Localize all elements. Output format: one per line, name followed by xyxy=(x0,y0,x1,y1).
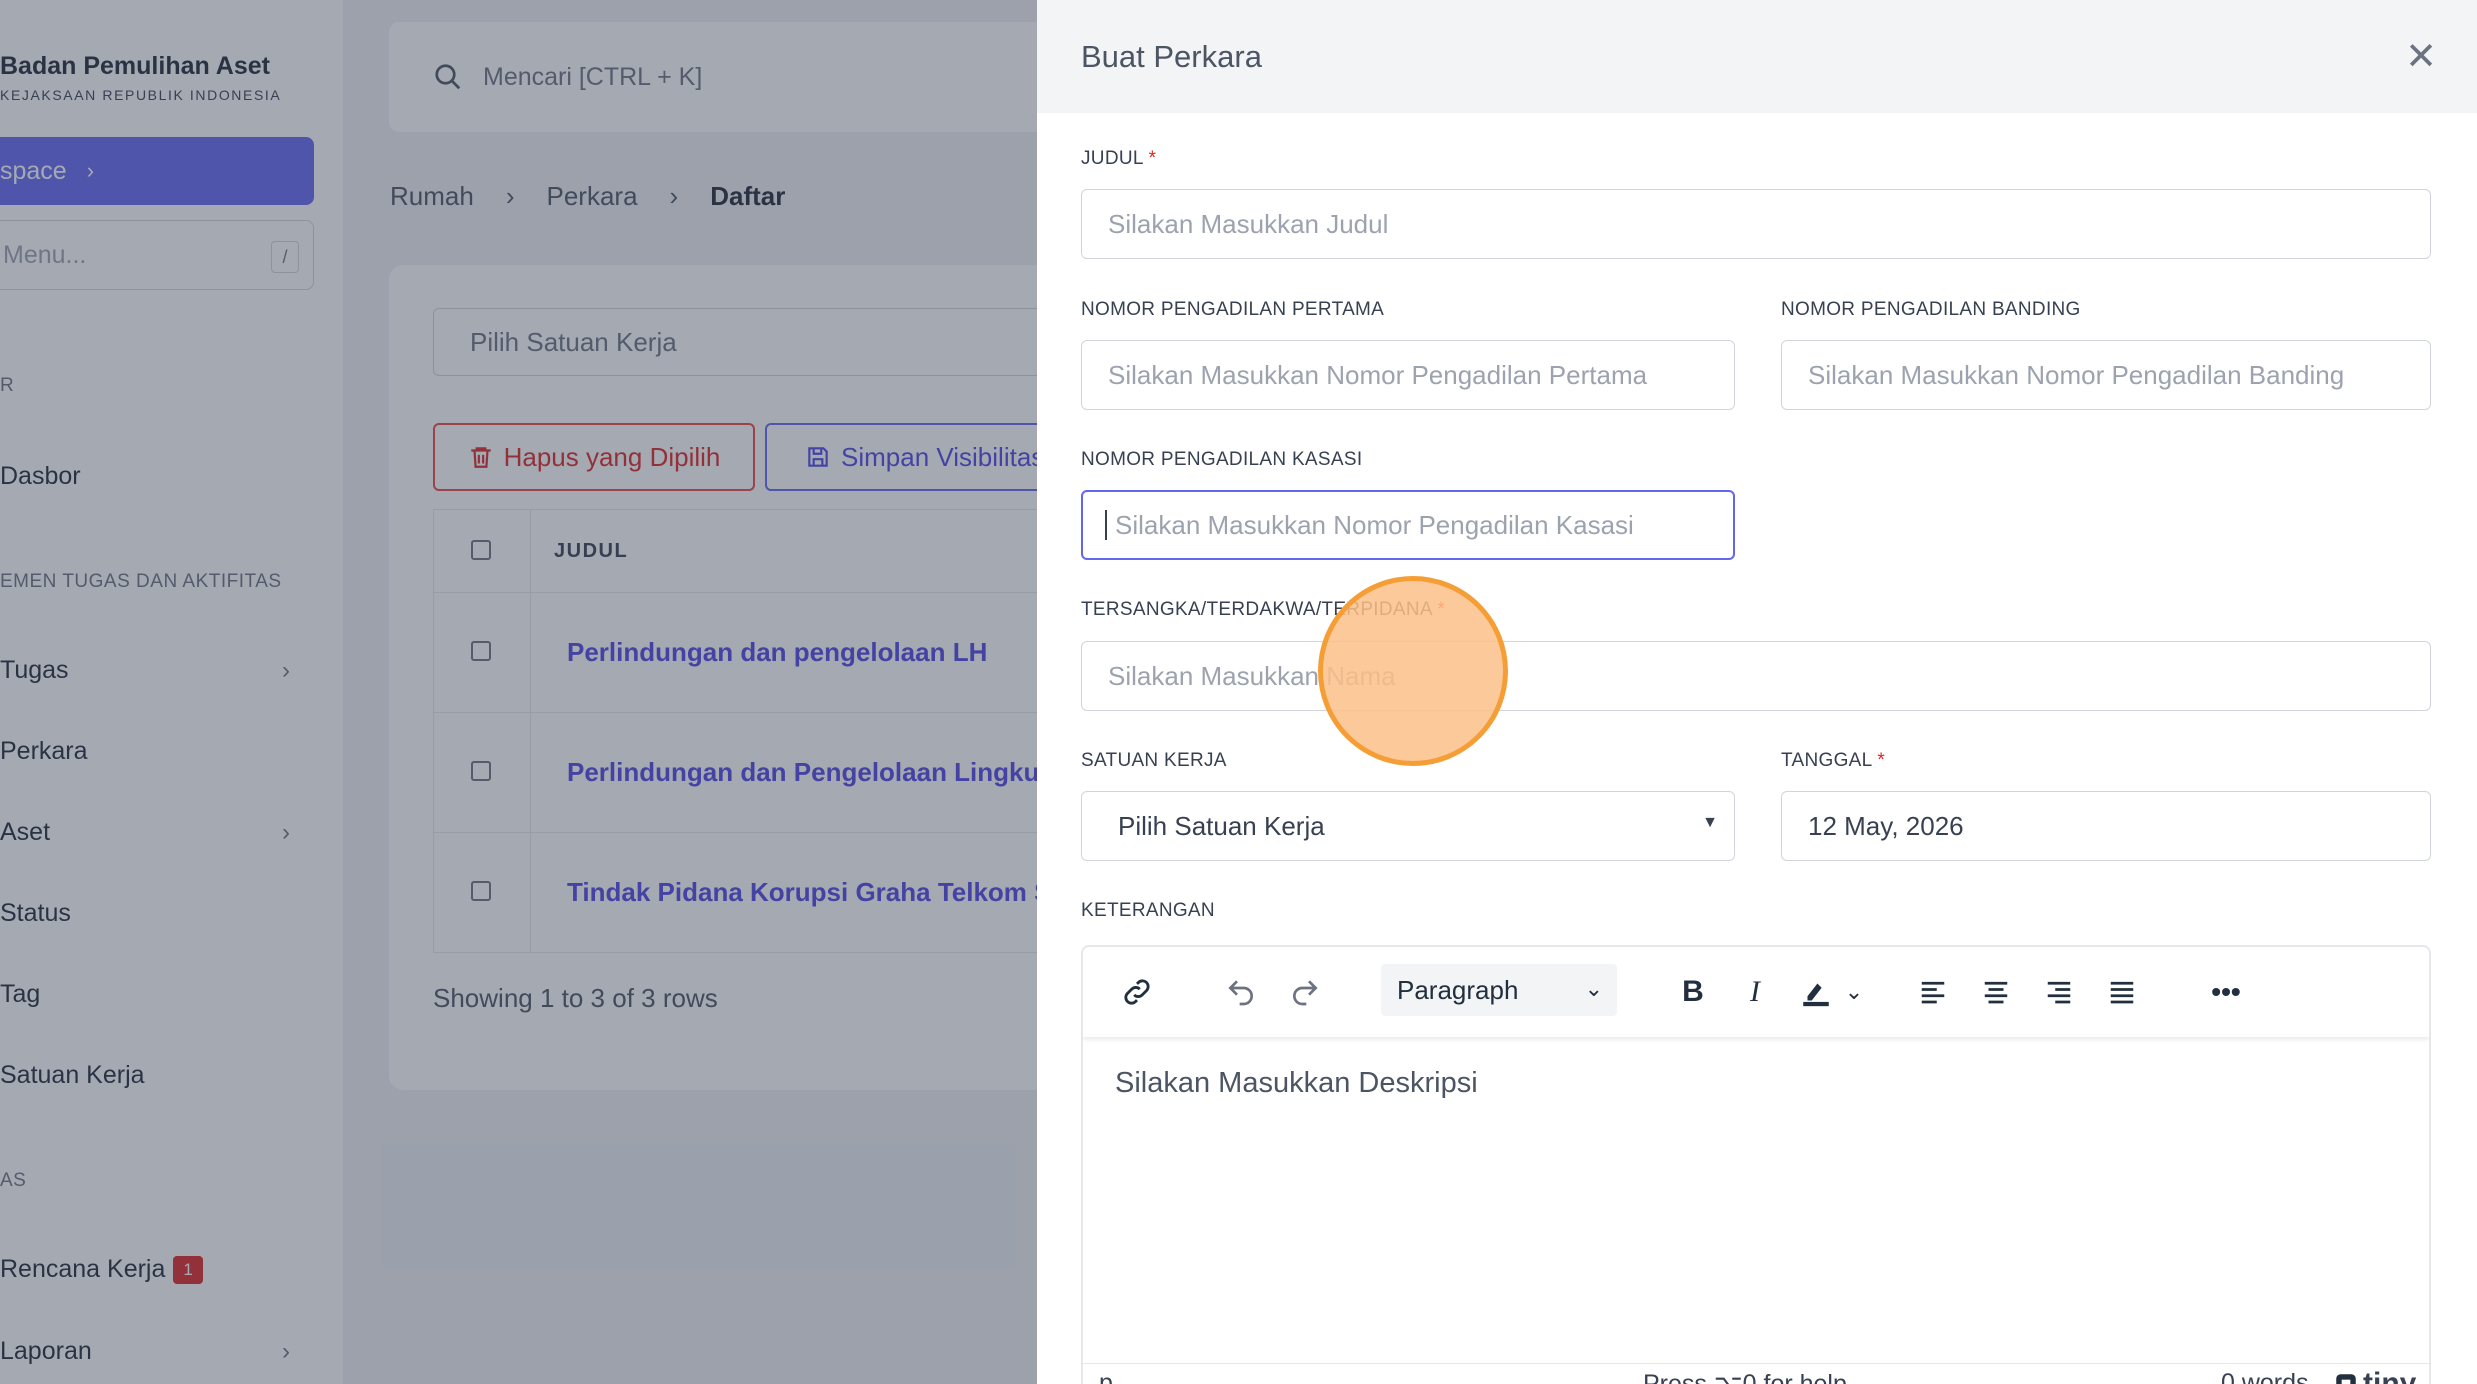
undo-icon[interactable] xyxy=(1219,969,1263,1015)
tanggal-value: 12 May, 2026 xyxy=(1808,810,1964,841)
banding-label: NOMOR PENGADILAN BANDING xyxy=(1781,299,2081,320)
block-format-select[interactable]: Paragraph ⌄ xyxy=(1381,964,1617,1016)
editor-content[interactable]: Silakan Masukkan Deskripsi xyxy=(1115,1067,1478,1100)
tiny-logo[interactable]: tiny xyxy=(2333,1367,2416,1384)
banding-placeholder: Silakan Masukkan Nomor Pengadilan Bandin… xyxy=(1808,359,2345,390)
link-icon[interactable] xyxy=(1115,969,1159,1015)
chevron-down-icon: ⌄ xyxy=(1584,976,1603,1001)
more-icon[interactable]: ••• xyxy=(2204,969,2248,1015)
pertama-placeholder: Silakan Masukkan Nomor Pengadilan Pertam… xyxy=(1108,359,1648,390)
rich-text-editor: Paragraph ⌄ B I ⌄ ••• Silakan Masukkan D… xyxy=(1081,945,2431,1384)
align-justify-icon[interactable] xyxy=(2102,969,2142,1015)
block-format-value: Paragraph xyxy=(1397,974,1519,1005)
close-icon[interactable]: ✕ xyxy=(2405,34,2437,79)
help-hint: Press ⌥0 for help xyxy=(1643,1369,1847,1384)
kasasi-label: NOMOR PENGADILAN KASASI xyxy=(1081,449,1363,470)
modal-backdrop[interactable] xyxy=(0,0,1037,1384)
pertama-label: NOMOR PENGADILAN PERTAMA xyxy=(1081,299,1385,320)
italic-icon[interactable]: I xyxy=(1735,969,1775,1015)
create-case-drawer: Buat Perkara ✕ JUDUL * Silakan Masukkan … xyxy=(1037,0,2477,1384)
tanggal-label: TANGGAL * xyxy=(1781,750,1885,772)
bold-icon[interactable]: B xyxy=(1673,969,1713,1015)
tiny-brand: tiny xyxy=(2363,1366,2417,1384)
judul-label: JUDUL * xyxy=(1081,148,1156,170)
redo-icon[interactable] xyxy=(1283,969,1327,1015)
pertama-input[interactable]: Silakan Masukkan Nomor Pengadilan Pertam… xyxy=(1081,340,1735,410)
editor-toolbar: Paragraph ⌄ B I ⌄ ••• xyxy=(1083,947,2429,1037)
tiny-logo-icon xyxy=(2336,1373,2356,1384)
word-count[interactable]: 0 words xyxy=(2221,1369,2309,1384)
highlight-icon[interactable] xyxy=(1793,969,1839,1015)
tersangka-input[interactable]: Silakan Masukkan Nama xyxy=(1081,641,2431,711)
editor-statusbar: p Press ⌥0 for help 0 words tiny xyxy=(1083,1363,2429,1384)
drawer-title: Buat Perkara xyxy=(1081,38,1262,74)
align-center-icon[interactable] xyxy=(1976,969,2016,1015)
judul-label-text: JUDUL xyxy=(1081,148,1144,169)
text-caret xyxy=(1105,510,1107,540)
click-marker xyxy=(1318,576,1508,766)
chevron-down-icon[interactable]: ⌄ xyxy=(1841,969,1867,1015)
kasasi-input[interactable]: Silakan Masukkan Nomor Pengadilan Kasasi xyxy=(1081,490,1735,560)
required-mark: * xyxy=(1148,148,1157,169)
keterangan-label: KETERANGAN xyxy=(1081,900,1215,921)
dropdown-arrow-icon: ▼ xyxy=(1702,814,1718,831)
element-path[interactable]: p xyxy=(1099,1369,1113,1384)
satuan-label: SATUAN KERJA xyxy=(1081,750,1227,771)
satuan-select[interactable]: Pilih Satuan Kerja ▼ xyxy=(1081,791,1735,861)
tanggal-input[interactable]: 12 May, 2026 xyxy=(1781,791,2431,861)
drawer-header: Buat Perkara ✕ xyxy=(1037,0,2477,113)
banding-input[interactable]: Silakan Masukkan Nomor Pengadilan Bandin… xyxy=(1781,340,2431,410)
tanggal-label-text: TANGGAL xyxy=(1781,750,1872,771)
kasasi-placeholder: Silakan Masukkan Nomor Pengadilan Kasasi xyxy=(1115,509,1634,540)
align-left-icon[interactable] xyxy=(1913,969,1953,1015)
satuan-value: Pilih Satuan Kerja xyxy=(1118,810,1325,841)
align-right-icon[interactable] xyxy=(2039,969,2079,1015)
editor-placeholder: Silakan Masukkan Deskripsi xyxy=(1115,1067,1478,1099)
required-mark: * xyxy=(1877,750,1886,771)
judul-placeholder: Silakan Masukkan Judul xyxy=(1108,208,1389,239)
judul-input[interactable]: Silakan Masukkan Judul xyxy=(1081,189,2431,259)
